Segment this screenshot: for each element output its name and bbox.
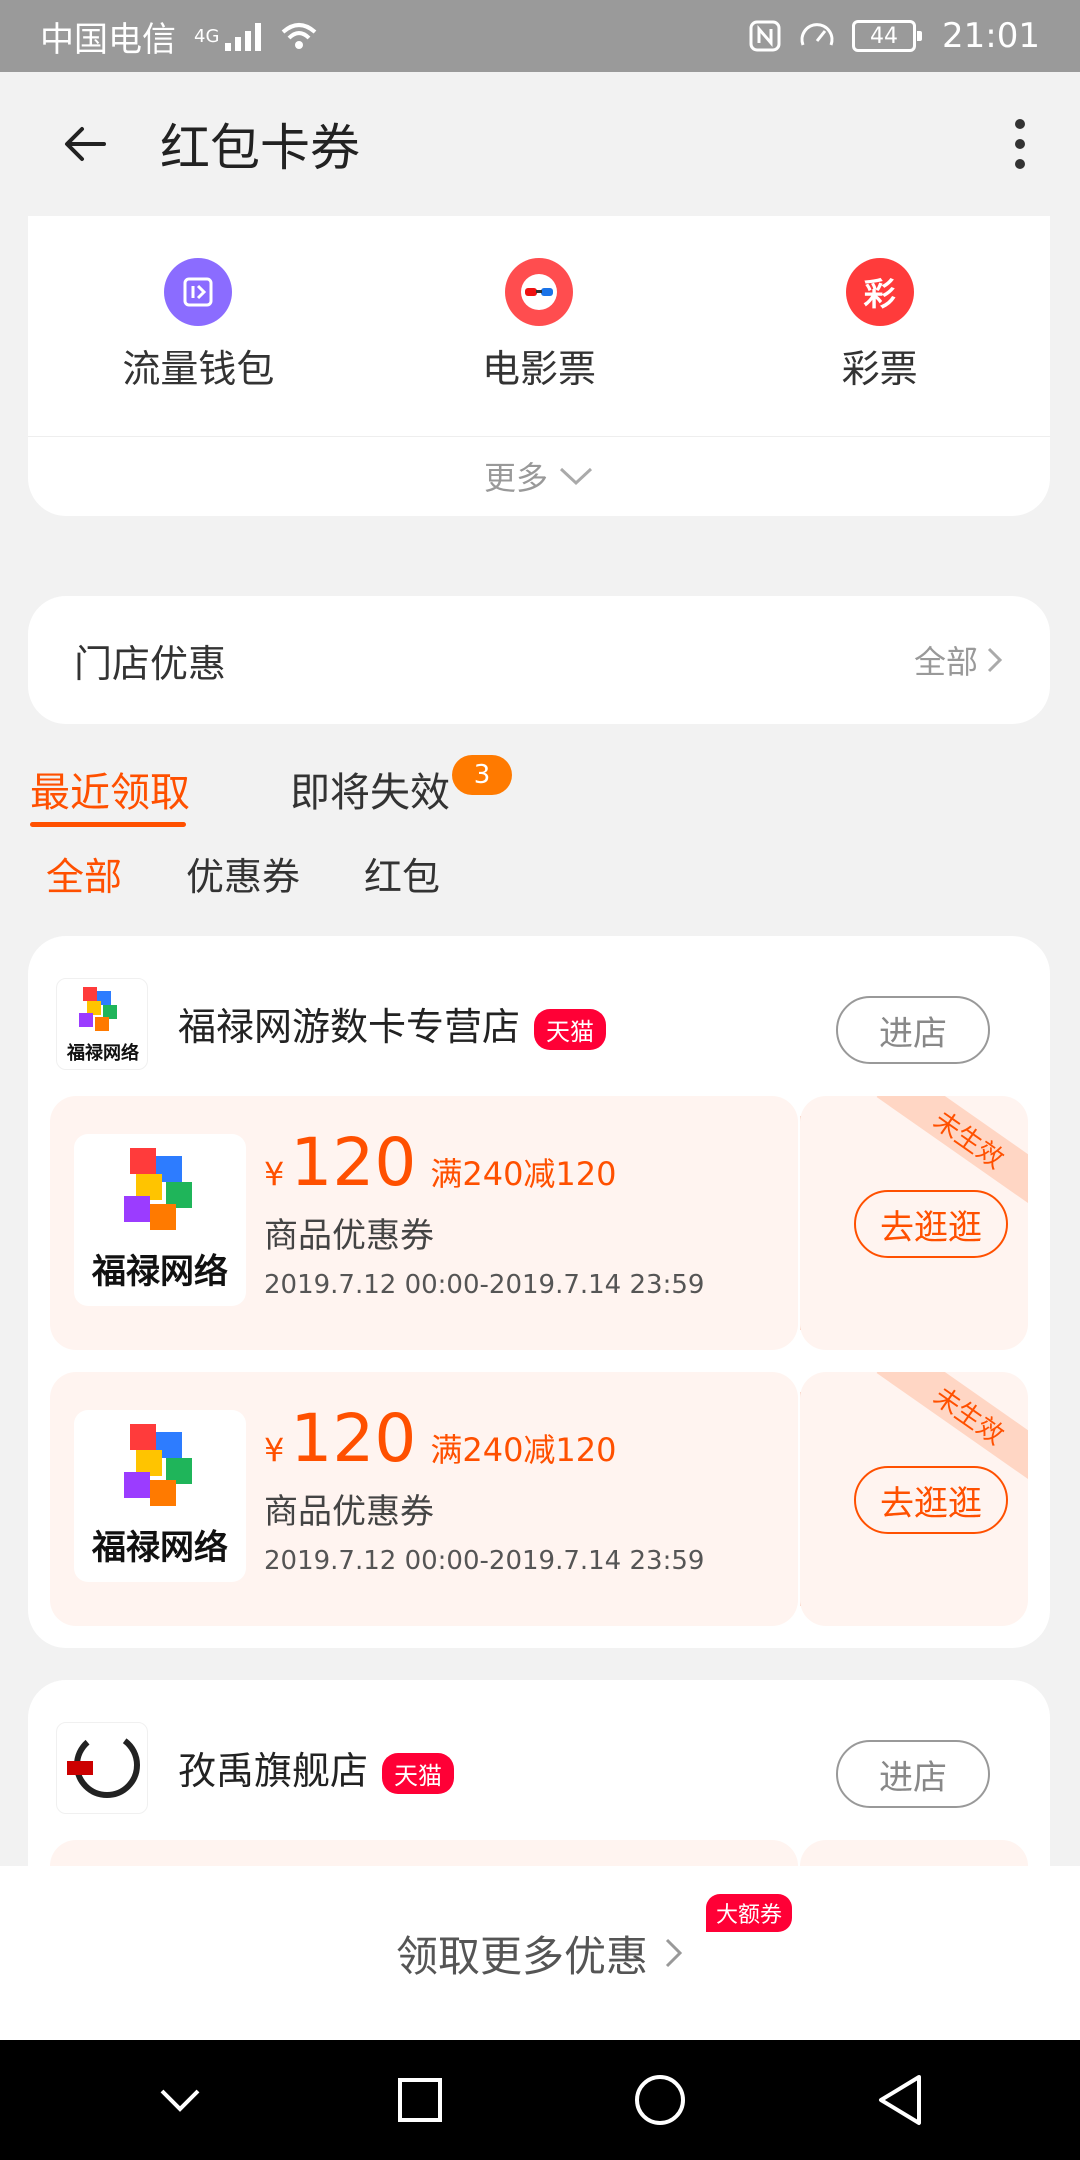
shop-logo[interactable]: 福禄网络: [56, 978, 148, 1070]
quick-services-row: 流量钱包 电影票 彩 彩票: [28, 258, 1050, 393]
battery-icon: 44: [852, 20, 923, 52]
lottery-icon: 彩: [845, 258, 914, 326]
coupon-price: ¥ 120 满240减120: [264, 1130, 617, 1196]
coupon-image-text: 福禄网络: [92, 1528, 228, 1568]
coupon-action-area: 未生效 去逛逛: [800, 1096, 1028, 1350]
quick-item-movie-ticket[interactable]: 电影票: [369, 258, 710, 393]
more-services-toggle[interactable]: 更多: [28, 440, 1050, 512]
clock: 21:01: [942, 16, 1040, 56]
get-more-offers-link[interactable]: 领取更多优惠: [396, 1923, 684, 1984]
quick-item-traffic-wallet[interactable]: 流量钱包: [28, 258, 369, 393]
chevron-right-icon: [987, 647, 1003, 673]
coupon-type: 商品优惠券: [264, 1492, 434, 1532]
nav-home-button[interactable]: [600, 2050, 720, 2150]
enter-store-button[interactable]: 进店: [836, 996, 990, 1064]
store-deals-title: 门店优惠: [74, 641, 227, 686]
page-title: 红包卡券: [160, 119, 360, 177]
tmall-badge: 天猫: [382, 1753, 455, 1794]
coupon-item: 福禄网络 ¥ 120 满240减120 商品优惠券 2019.7.12 00:0…: [50, 1372, 1028, 1626]
currency-symbol: ¥: [264, 1431, 285, 1469]
store-deals-all-link[interactable]: 全部: [914, 637, 1004, 683]
coupon-amount: 120: [290, 1124, 417, 1201]
currency-symbol: ¥: [264, 1155, 285, 1193]
coupon-image-text: 福禄网络: [92, 1252, 228, 1292]
signal-icon: [225, 21, 262, 51]
filter-coupon[interactable]: 优惠券: [186, 846, 300, 901]
square-icon: [398, 2078, 442, 2122]
chevron-right-icon: [665, 1938, 683, 1968]
go-shopping-button[interactable]: 去逛逛: [854, 1190, 1008, 1258]
get-more-offers-bar[interactable]: 领取更多优惠 大额券: [0, 1866, 1080, 2040]
tab-active-indicator: [30, 822, 186, 827]
nav-recents-button[interactable]: [360, 2050, 480, 2150]
network-label: 4G: [194, 25, 220, 47]
coupon-item: 福禄网络 ¥ 120 满240减120 商品优惠券 2019.7.12 00:0…: [50, 1096, 1028, 1350]
coupon-body: 福禄网络 ¥ 120 满240减120 商品优惠券 2019.7.12 00:0…: [50, 1096, 798, 1350]
speed-icon: [800, 23, 834, 46]
shop-card: 福禄网络 福禄网游数卡专营店 天猫 进店 福禄网络 ¥ 120 满240减120…: [28, 936, 1050, 1648]
coupon-shop-image: 福禄网络: [74, 1134, 246, 1306]
quick-item-label: 流量钱包: [122, 347, 275, 391]
nav-back-button[interactable]: [840, 2050, 960, 2150]
get-more-offers-label: 领取更多优惠: [395, 1931, 648, 1981]
filter-all[interactable]: 全部: [46, 846, 122, 901]
shop-name-text: 孜禹旗舰店: [178, 1749, 369, 1793]
shop-header: 福禄网络 福禄网游数卡专营店 天猫 进店: [28, 978, 1050, 1074]
enter-store-button[interactable]: 进店: [836, 1740, 990, 1808]
quick-item-label: 彩票: [841, 347, 918, 391]
status-left: 中国电信 4G: [40, 12, 319, 61]
go-shopping-button[interactable]: 去逛逛: [854, 1466, 1008, 1534]
tmall-badge: 天猫: [534, 1009, 607, 1050]
coupon-shop-image: 福禄网络: [74, 1410, 246, 1582]
system-nav-bar: [0, 2040, 1080, 2160]
more-label: 更多: [483, 459, 548, 497]
nav-hide-button[interactable]: [120, 2050, 240, 2150]
coupon-body: 福禄网络 ¥ 120 满240减120 商品优惠券 2019.7.12 00:0…: [50, 1372, 798, 1626]
coupon-tabs: 最近领取 即将失效 3: [0, 740, 1080, 830]
triangle-back-icon: [879, 2075, 921, 2125]
status-bar: 中国电信 4G 44 21:01: [0, 0, 1080, 72]
quick-item-lottery[interactable]: 彩 彩票: [709, 258, 1050, 393]
chevron-down-icon: [559, 467, 593, 486]
back-button[interactable]: [40, 99, 130, 189]
quick-services-card: 流量钱包 电影票 彩 彩票 更多: [28, 216, 1050, 516]
store-deals-card[interactable]: 门店优惠 全部: [28, 596, 1050, 724]
coupon-validity: 2019.7.12 00:00-2019.7.14 23:59: [264, 1546, 705, 1576]
coupon-action-area: 未生效 去逛逛: [800, 1372, 1028, 1626]
more-options-button[interactable]: [990, 99, 1050, 189]
shop-logo[interactable]: [56, 1722, 148, 1814]
filter-red-packet[interactable]: 红包: [364, 846, 440, 901]
wifi-icon: [282, 23, 317, 49]
shop-name[interactable]: 孜禹旗舰店 天猫: [178, 1740, 455, 1795]
shop-name-text: 福禄网游数卡专营店: [178, 1005, 521, 1049]
coupon-condition: 满240减120: [430, 1431, 617, 1469]
circle-icon: [635, 2075, 685, 2125]
shop-logo-text: 福禄网络: [67, 1043, 139, 1064]
divider: [28, 436, 1050, 437]
tab-recent[interactable]: 最近领取: [30, 760, 190, 818]
nfc-icon: [749, 20, 781, 52]
carrier-label: 中国电信: [40, 19, 176, 60]
chevron-down-icon: [160, 2089, 200, 2112]
big-coupon-badge: 大额券: [706, 1894, 793, 1932]
coupon-condition: 满240减120: [430, 1155, 617, 1193]
coupon-validity: 2019.7.12 00:00-2019.7.14 23:59: [264, 1270, 705, 1300]
app-bar: 红包卡券: [0, 72, 1080, 216]
coupon-type: 商品优惠券: [264, 1216, 434, 1256]
status-right: 44 21:01: [748, 16, 1040, 56]
arrow-left-icon: [65, 127, 106, 161]
shop-name[interactable]: 福禄网游数卡专营店 天猫: [178, 996, 607, 1051]
traffic-wallet-icon: [164, 258, 233, 326]
coupon-price: ¥ 120 满240减120: [264, 1406, 617, 1472]
movie-ticket-icon: [505, 258, 573, 326]
shop-header: 孜禹旗舰店 天猫 进店: [28, 1722, 1050, 1818]
coupon-amount: 120: [290, 1400, 417, 1477]
expiring-count-badge: 3: [452, 755, 512, 795]
all-label: 全部: [913, 643, 978, 681]
coupon-filters: 全部 优惠券 红包: [0, 838, 1080, 908]
quick-item-label: 电影票: [482, 347, 597, 391]
tab-expiring[interactable]: 即将失效: [290, 760, 450, 818]
